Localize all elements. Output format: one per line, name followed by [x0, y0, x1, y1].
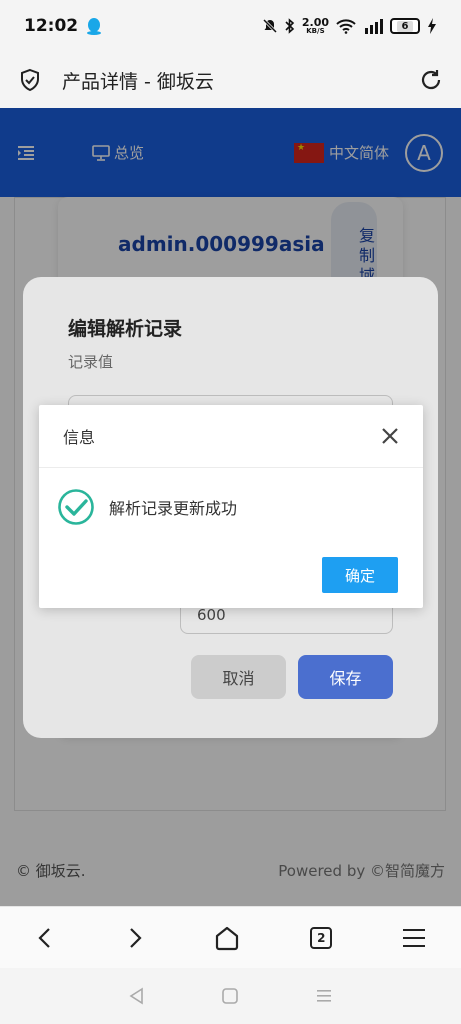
info-message: 解析记录更新成功	[109, 499, 238, 518]
status-bar: 12:02 2.00 KB/S 6	[0, 0, 461, 52]
home-icon[interactable]	[214, 925, 240, 951]
status-icons: 2.00 KB/S 6	[262, 15, 437, 35]
info-dialog-header: 信息	[39, 405, 423, 468]
info-dialog-title: 信息	[63, 428, 96, 447]
bell-off-icon	[262, 18, 277, 34]
page-title[interactable]: 产品详情 - 御坂云	[62, 67, 214, 94]
close-icon[interactable]	[381, 427, 399, 445]
system-nav-bar	[0, 968, 461, 1024]
back-icon[interactable]	[35, 926, 55, 950]
signal-icon	[365, 19, 383, 34]
bluetooth-icon	[285, 18, 295, 34]
system-home-icon[interactable]	[221, 987, 239, 1005]
info-dialog: 信息 解析记录更新成功 确定	[39, 405, 423, 608]
success-check-icon	[58, 489, 94, 525]
forward-icon[interactable]	[125, 926, 145, 950]
qq-icon	[87, 18, 102, 35]
system-back-icon[interactable]	[128, 987, 146, 1005]
edit-dialog-title: 编辑解析记录	[68, 318, 183, 340]
charging-icon	[428, 18, 436, 34]
record-value-label: 记录值	[68, 353, 114, 371]
system-recents-icon[interactable]	[315, 987, 333, 1005]
wifi-icon	[336, 19, 356, 34]
shield-check-icon[interactable]	[18, 68, 42, 92]
cancel-button[interactable]: 取消	[191, 655, 286, 699]
status-time: 12:02	[24, 16, 79, 36]
reload-icon[interactable]	[419, 68, 443, 92]
browser-address-bar: 产品详情 - 御坂云	[0, 52, 461, 108]
ok-button[interactable]: 确定	[322, 557, 398, 593]
battery-icon: 6	[390, 18, 420, 34]
menu-icon[interactable]	[402, 928, 426, 948]
save-button[interactable]: 保存	[298, 655, 393, 699]
info-dialog-body: 解析记录更新成功	[39, 468, 423, 526]
browser-toolbar: 2	[0, 906, 461, 968]
tabs-count-button[interactable]: 2	[310, 926, 333, 949]
net-speed: 2.00 KB/S	[301, 15, 329, 35]
